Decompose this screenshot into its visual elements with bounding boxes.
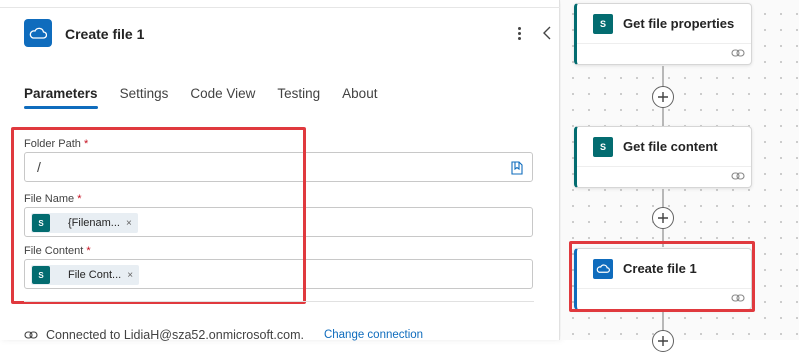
add-step-button[interactable]	[652, 207, 674, 229]
change-connection-link[interactable]: Change connection	[324, 329, 423, 341]
add-step-button[interactable]	[652, 330, 674, 352]
panel-top-divider	[0, 0, 560, 8]
tab-testing[interactable]: Testing	[277, 86, 320, 109]
link-icon	[731, 172, 745, 180]
plus-icon	[658, 336, 668, 346]
tab-settings[interactable]: Settings	[120, 86, 169, 109]
link-icon	[24, 331, 38, 339]
node-get-file-content[interactable]: S Get file content	[574, 126, 752, 188]
node-title: Get file properties	[623, 16, 735, 31]
tab-about[interactable]: About	[342, 86, 377, 109]
plus-icon	[658, 213, 668, 223]
more-options-icon[interactable]	[512, 24, 526, 42]
sharepoint-icon: S	[593, 13, 613, 34]
node-get-file-properties[interactable]: S Get file properties	[574, 3, 752, 65]
add-step-button[interactable]	[652, 86, 674, 108]
onedrive-icon	[24, 19, 52, 47]
collapse-chevron-icon[interactable]	[540, 24, 554, 42]
section-divider	[24, 301, 534, 302]
folder-browse-icon[interactable]	[510, 160, 524, 176]
link-icon	[731, 49, 745, 57]
fields-highlight-box	[11, 127, 306, 304]
sharepoint-icon: S	[593, 136, 613, 157]
tab-code-view[interactable]: Code View	[190, 86, 255, 109]
node-highlight-box	[569, 241, 755, 312]
node-title: Get file content	[623, 139, 718, 154]
tab-bar: Parameters Settings Code View Testing Ab…	[24, 86, 399, 109]
action-config-panel: Create file 1 Parameters Settings Code V…	[0, 0, 560, 342]
tab-parameters[interactable]: Parameters	[24, 86, 98, 109]
plus-icon	[658, 92, 668, 102]
panel-title: Create file 1	[65, 26, 145, 42]
